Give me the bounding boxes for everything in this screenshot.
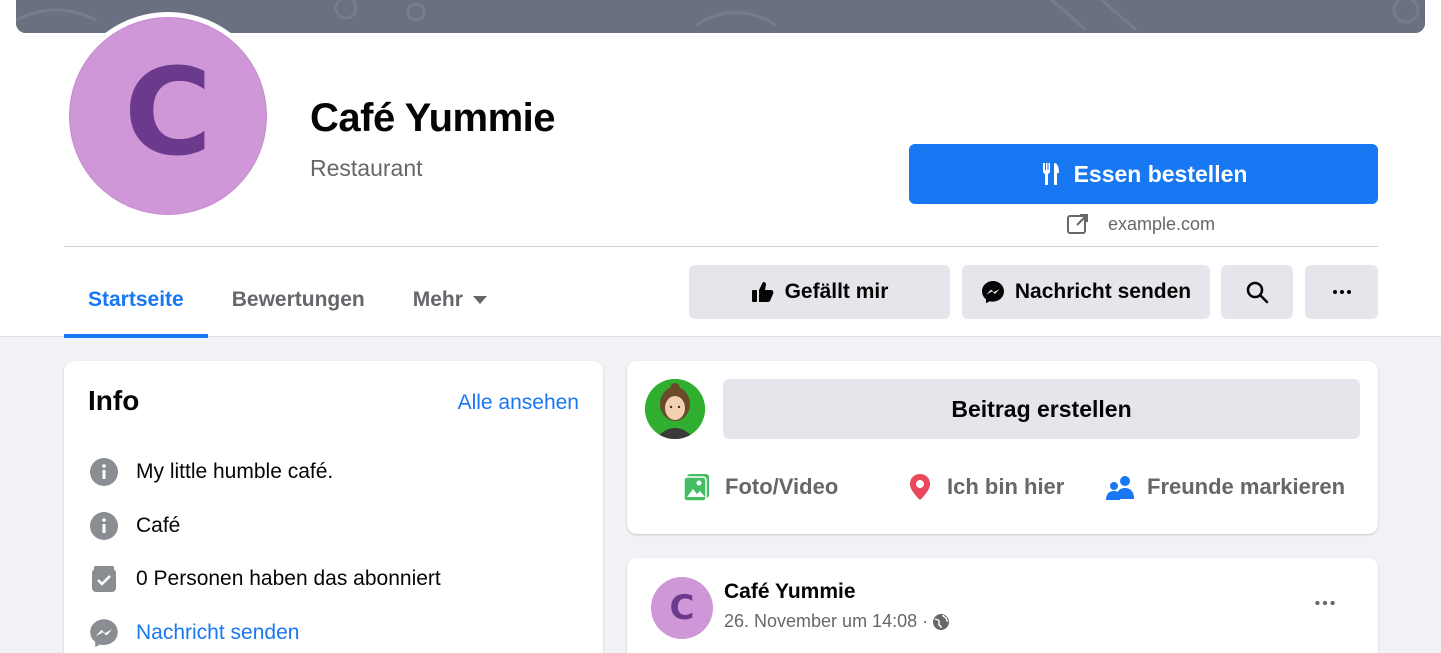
- post-card: C Café Yummie 26. November um 14:08 ·: [627, 558, 1378, 653]
- photo-video-label: Foto/Video: [725, 474, 839, 499]
- like-button-label: Gefällt mir: [784, 280, 889, 303]
- post-options-button[interactable]: [1310, 588, 1340, 618]
- profile-picture-letter: C: [123, 44, 213, 183]
- info-title: Info: [88, 385, 140, 416]
- cover-photo[interactable]: [16, 0, 1425, 33]
- info-card: Info Alle ansehen My little humble café.…: [64, 361, 603, 653]
- page-category[interactable]: Restaurant: [310, 155, 423, 182]
- order-food-button[interactable]: Essen bestellen: [909, 144, 1378, 204]
- more-dots-icon: [1332, 290, 1351, 294]
- search-button[interactable]: [1221, 265, 1293, 319]
- check-box-icon: [88, 563, 120, 595]
- page-title: Café Yummie: [310, 96, 556, 140]
- tab-startseite[interactable]: Startseite: [64, 262, 208, 338]
- tab-mehr-label: Mehr: [412, 287, 463, 311]
- page-tabs: Startseite Bewertungen Mehr: [64, 262, 511, 338]
- globe-icon: [933, 613, 950, 630]
- tab-startseite-label: Startseite: [88, 287, 184, 311]
- tag-friends-icon: [1106, 476, 1134, 500]
- photo-video-button[interactable]: Foto/Video: [683, 467, 838, 507]
- location-pin-icon: [910, 474, 930, 500]
- check-in-button[interactable]: Ich bin hier: [905, 467, 1064, 507]
- post-meta: 26. November um 14:08 ·: [724, 611, 950, 632]
- see-all-link[interactable]: Alle ansehen: [458, 391, 579, 415]
- info-row-category: Café: [88, 510, 180, 542]
- tab-bewertungen-label: Bewertungen: [231, 287, 365, 311]
- messenger-icon: [88, 617, 120, 649]
- cutlery-icon: [1042, 163, 1059, 185]
- check-in-label: Ich bin hier: [947, 474, 1065, 499]
- send-message-button[interactable]: Nachricht senden: [962, 265, 1210, 319]
- info-icon: [88, 510, 120, 542]
- info-row-description: My little humble café.: [88, 456, 333, 488]
- website-link[interactable]: example.com: [1066, 212, 1215, 236]
- tag-friends-label: Freunde markieren: [1147, 474, 1346, 499]
- caret-down-icon: [472, 295, 487, 304]
- post-author-avatar[interactable]: C: [651, 577, 713, 639]
- website-label: example.com: [1108, 213, 1216, 234]
- post-author-avatar-letter: C: [669, 588, 695, 628]
- post-author-name[interactable]: Café Yummie: [724, 580, 856, 604]
- send-message-label: Nachricht senden: [1014, 280, 1192, 303]
- info-description-text: My little humble café.: [136, 460, 334, 483]
- info-category-text[interactable]: Café: [136, 514, 180, 538]
- info-icon: [88, 456, 120, 488]
- post-timestamp[interactable]: 26. November um 14:08 ·: [724, 611, 928, 632]
- like-button[interactable]: Gefällt mir: [689, 265, 950, 319]
- tab-bewertungen[interactable]: Bewertungen: [208, 262, 389, 337]
- create-post-input[interactable]: Beitrag erstellen: [723, 379, 1360, 439]
- messenger-icon: [981, 281, 1004, 304]
- search-icon: [1246, 281, 1269, 304]
- tab-mehr[interactable]: Mehr: [389, 262, 511, 337]
- info-subscribers-text: 0 Personen haben das abonniert: [136, 567, 441, 590]
- photo-icon: [683, 474, 709, 502]
- more-options-button[interactable]: [1305, 265, 1378, 319]
- external-link-icon: [1067, 214, 1088, 234]
- create-post-card: Beitrag erstellen Foto/Video Ich bin hie…: [627, 361, 1378, 534]
- header-divider: [64, 246, 1378, 247]
- info-row-message[interactable]: Nachricht senden: [88, 617, 299, 649]
- info-row-subscribers: 0 Personen haben das abonniert: [88, 563, 441, 595]
- info-message-link[interactable]: Nachricht senden: [136, 621, 299, 645]
- thumbs-up-icon: [751, 282, 773, 302]
- more-dots-icon: [1315, 600, 1335, 606]
- order-food-label: Essen bestellen: [1073, 160, 1248, 187]
- tag-friends-button[interactable]: Freunde markieren: [1105, 467, 1345, 507]
- user-avatar[interactable]: [645, 379, 705, 439]
- profile-picture[interactable]: C: [69, 17, 267, 215]
